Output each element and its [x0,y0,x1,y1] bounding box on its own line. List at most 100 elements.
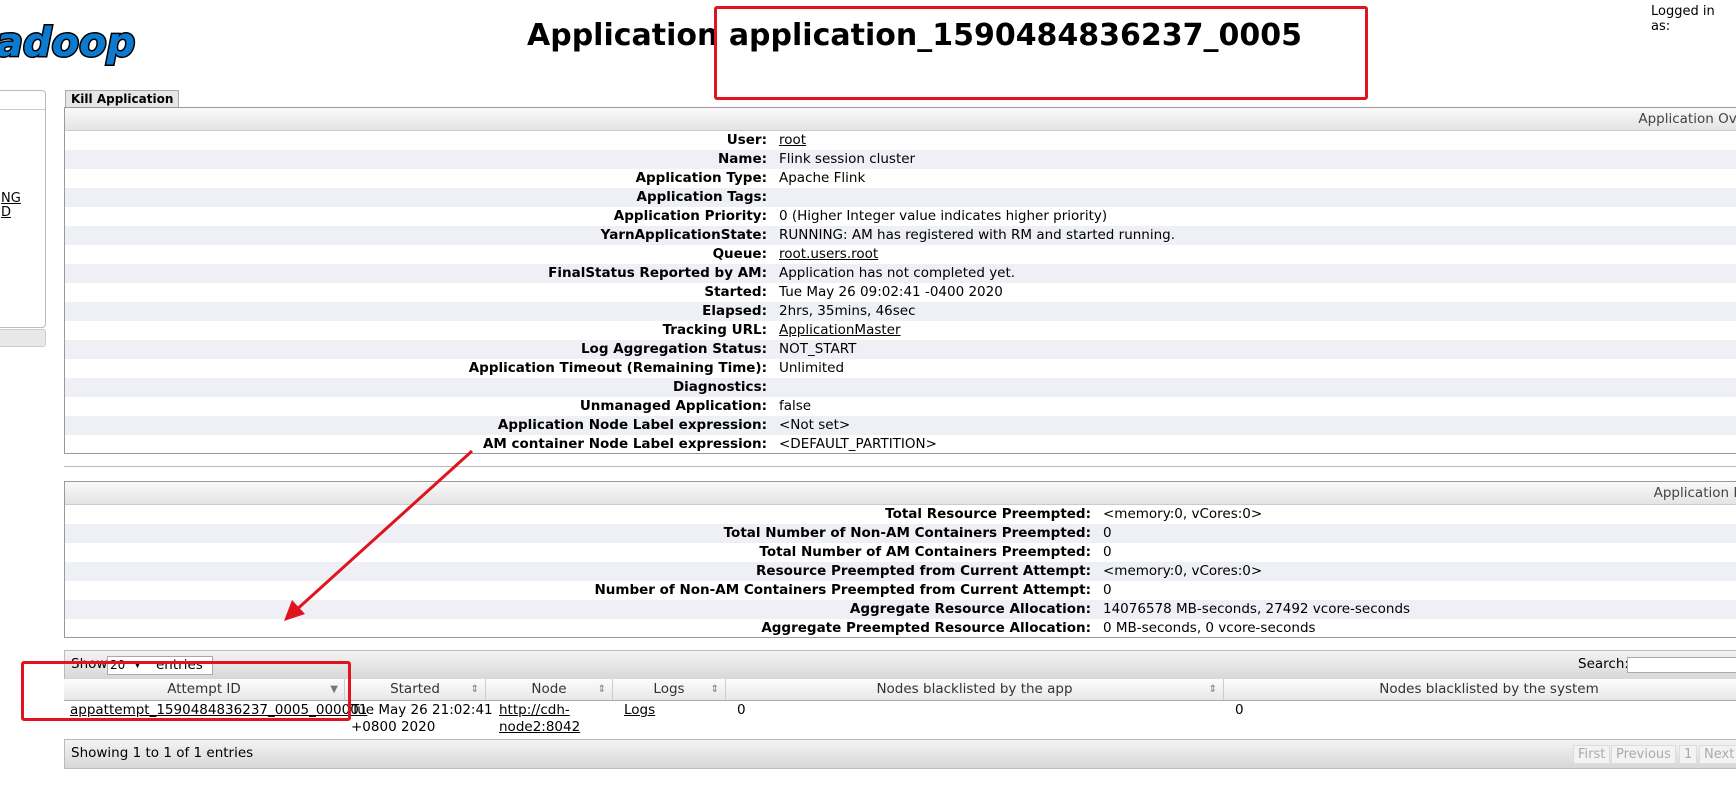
overview-row: Tracking URL: ApplicationMaster [65,321,1736,340]
attempt-started-line1: Tue May 26 21:02:41 [351,702,493,718]
metrics-key: Resource Preempted from Current Attempt: [756,563,1091,579]
sort-both-icon: ⇕ [470,684,479,695]
table-info: Showing 1 to 1 of 1 entries [71,745,254,761]
metrics-key: Number of Non-AM Containers Preempted fr… [594,582,1091,598]
overview-row: Name: Flink session cluster [65,150,1736,169]
overview-row: Queue: root.users.root [65,245,1736,264]
search-input[interactable] [1627,657,1736,673]
metrics-value: <memory:0, vCores:0> [1103,506,1263,522]
overview-key: Application Priority: [613,208,767,224]
column-header-label: Nodes blacklisted by the app [876,681,1073,697]
search-label: Search: [1578,656,1629,672]
metrics-row: Number of Non-AM Containers Preempted fr… [65,581,1736,600]
metrics-key: Total Number of Non-AM Containers Preemp… [723,525,1091,541]
pager-page-button[interactable]: 1 [1679,745,1698,764]
metrics-value: <memory:0, vCores:0> [1103,563,1263,579]
hadoop-logo[interactable]: adoop [0,19,156,68]
hadoop-logo-graphic: adoop [0,19,137,68]
overview-link[interactable]: ApplicationMaster [779,321,901,340]
overview-key: AM container Node Label expression: [482,436,767,452]
kill-application-button[interactable]: Kill Application [65,90,180,108]
overview-value: 2hrs, 35mins, 46sec [779,303,916,319]
overview-value: 0 (Higher Integer value indicates higher… [779,208,1108,224]
attempt-node-link[interactable]: http://cdh- node2:8042 [499,702,580,736]
overview-key: FinalStatus Reported by AM: [548,265,767,281]
column-header-blacklisted-app[interactable]: Nodes blacklisted by the app ⇕ [726,679,1224,700]
metrics-key: Total Resource Preempted: [885,506,1091,522]
attempt-started-line2: +0800 2020 [351,719,436,735]
overview-key: Diagnostics: [672,379,767,395]
overview-row: YarnApplicationState: RUNNING: AM has reg… [65,226,1736,245]
attempts-table-footer: Showing 1 to 1 of 1 entries First Previo… [64,739,1736,769]
overview-row: Unmanaged Application: false [65,397,1736,416]
overview-row: Application Node Label expression: <Not s… [65,416,1736,435]
logged-in-label: Logged in as: [1651,4,1715,34]
attempt-logs-link[interactable]: Logs [624,702,655,719]
divider [64,466,1736,467]
overview-value: Unlimited [779,360,845,376]
metrics-header: Application M [65,482,1736,505]
sidebar-nav: NG D [0,90,46,328]
overview-value: false [779,398,812,414]
overview-row: Diagnostics: [65,378,1736,397]
overview-row: Application Tags: [65,188,1736,207]
overview-key: Application Node Label expression: [497,417,767,433]
metrics-value: 0 [1103,544,1112,560]
column-header-label: Logs [653,681,685,697]
column-header-blacklisted-system[interactable]: Nodes blacklisted by the system [1224,679,1736,700]
sort-both-icon: ⇕ [1208,684,1217,695]
node-link-line2: node2:8042 [499,719,581,735]
logo-text: adoop [0,20,135,66]
metrics-key: Total Number of AM Containers Preempted: [759,544,1091,560]
blacklisted-by-app-value: 0 [737,702,746,718]
attempt-started: Tue May 26 21:02:41 +0800 2020 [351,702,493,736]
overview-key: Unmanaged Application: [579,398,767,414]
sort-both-icon: ⇕ [710,684,719,695]
overview-key: Application Tags: [636,189,768,205]
sidebar-link-running[interactable]: NG [1,191,21,206]
pager-next-button[interactable]: Next [1699,745,1736,764]
pager-first-button[interactable]: First [1573,745,1611,764]
metrics-value: 0 [1103,582,1112,598]
annotation-box-app-id [714,6,1368,100]
column-header-label: Node [531,681,567,697]
overview-value: Flink session cluster [779,151,916,167]
overview-value: <Not set> [779,417,851,433]
column-header-logs[interactable]: Logs ⇕ [613,679,726,700]
column-header-started[interactable]: Started ⇕ [345,679,486,700]
overview-row: User: root [65,131,1736,150]
metrics-key: Aggregate Preempted Resource Allocation: [761,620,1091,636]
overview-link[interactable]: root [779,131,806,150]
metrics-row: Resource Preempted from Current Attempt:… [65,562,1736,581]
overview-key: Application Timeout (Remaining Time): [468,360,767,376]
overview-key: YarnApplicationState: [600,227,767,243]
overview-row: AM container Node Label expression: <DEFA… [65,435,1736,454]
overview-value: <DEFAULT_PARTITION> [779,436,937,452]
sidebar-link-finished[interactable]: D [1,205,11,220]
overview-value: Apache Flink [779,170,866,186]
annotation-box-attempt-id [21,661,351,721]
overview-row: Log Aggregation Status: NOT_START [65,340,1736,359]
metrics-row: Aggregate Preempted Resource Allocation:… [65,619,1736,638]
metrics-row: Total Resource Preempted: <memory:0, vCor… [65,505,1736,524]
metrics-row: Total Number of Non-AM Containers Preemp… [65,524,1736,543]
sort-both-icon: ⇕ [597,684,606,695]
overview-link[interactable]: root.users.root [779,245,878,264]
overview-key: Tracking URL: [662,322,767,338]
metrics-key: Aggregate Resource Allocation: [849,601,1091,617]
overview-value: Application has not completed yet. [779,265,1016,281]
column-header-node[interactable]: Node ⇕ [486,679,613,700]
application-metrics-panel: Application M Total Resource Preempted: <… [64,481,1736,638]
blacklisted-by-system-value: 0 [1235,702,1244,718]
sidebar-tools-header[interactable] [0,329,46,347]
metrics-value: 0 [1103,525,1112,541]
pager-previous-button[interactable]: Previous [1611,745,1676,764]
overview-row: Application Type: Apache Flink [65,169,1736,188]
overview-key: Started: [704,284,767,300]
overview-key: Name: [717,151,767,167]
overview-row: FinalStatus Reported by AM: Application h… [65,264,1736,283]
overview-key: Elapsed: [702,303,767,319]
overview-row: Application Priority: 0 (Higher Integer v… [65,207,1736,226]
column-header-label: Started [390,681,440,697]
overview-key: Queue: [712,246,767,262]
